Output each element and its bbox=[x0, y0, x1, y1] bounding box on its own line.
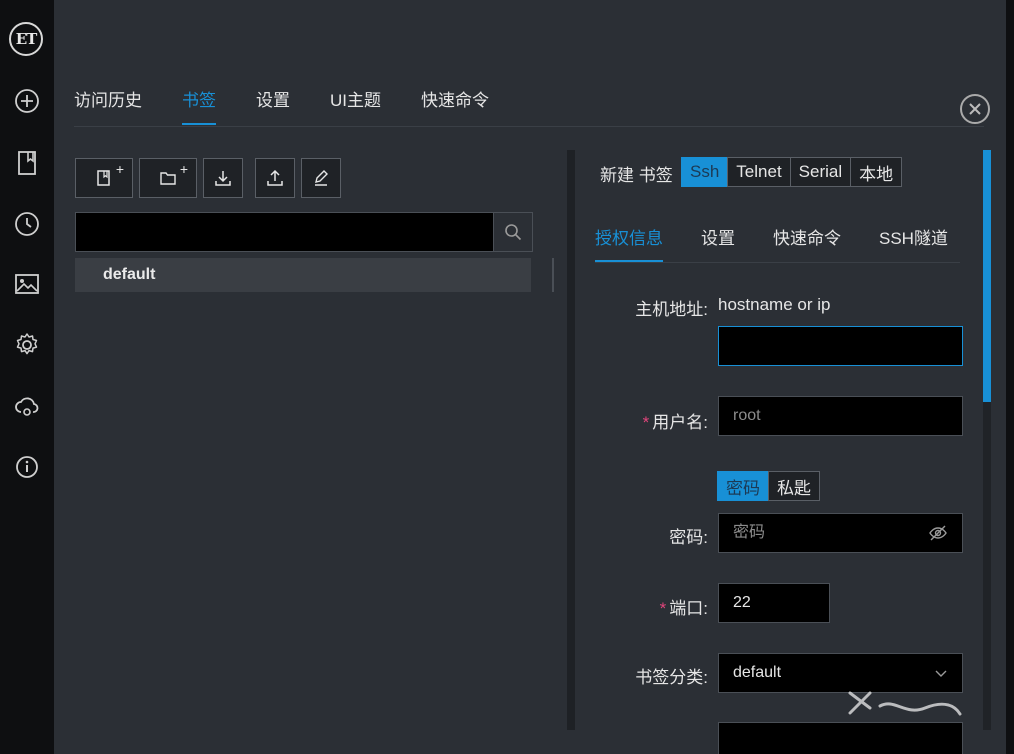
search-button[interactable] bbox=[493, 212, 533, 252]
bookmark-icon[interactable] bbox=[0, 143, 54, 183]
type-local-button[interactable]: 本地 bbox=[850, 157, 903, 187]
form-tabs-divider bbox=[595, 262, 960, 263]
category-label: 书签分类: bbox=[635, 668, 708, 687]
next-field[interactable] bbox=[718, 722, 963, 754]
username-label-text: 用户名: bbox=[652, 413, 708, 432]
tabs-divider bbox=[74, 126, 984, 127]
host-label: 主机地址: bbox=[635, 300, 708, 319]
tab-history[interactable]: 访问历史 bbox=[74, 86, 142, 125]
tab-form-quick-commands[interactable]: 快速命令 bbox=[773, 224, 841, 263]
port-label-text: 端口: bbox=[669, 599, 708, 618]
new-bookmark-button[interactable]: + bbox=[75, 158, 133, 198]
tree-item-label: default bbox=[103, 266, 156, 283]
export-button[interactable] bbox=[255, 158, 295, 198]
host-input[interactable] bbox=[718, 326, 963, 366]
username-input[interactable] bbox=[718, 396, 963, 436]
tab-quick-commands[interactable]: 快速命令 bbox=[421, 86, 489, 125]
bookmark-plus-icon bbox=[97, 170, 110, 186]
search-bar bbox=[75, 212, 533, 252]
port-input[interactable] bbox=[718, 583, 830, 623]
tab-settings[interactable]: 设置 bbox=[256, 86, 290, 125]
watermark-icon bbox=[848, 691, 962, 716]
type-telnet-button[interactable]: Telnet bbox=[727, 157, 791, 187]
host-hint: hostname or ip bbox=[718, 295, 831, 314]
type-ssh-button[interactable]: Ssh bbox=[681, 157, 729, 187]
image-icon[interactable] bbox=[0, 264, 54, 304]
chevron-down-icon bbox=[935, 670, 947, 677]
app-logo[interactable]: ET bbox=[9, 22, 43, 56]
close-icon bbox=[969, 103, 981, 115]
category-select[interactable]: default bbox=[718, 653, 963, 693]
plus-mark: + bbox=[179, 161, 188, 177]
tab-bookmarks[interactable]: 书签 bbox=[182, 86, 216, 125]
tree-item-default[interactable]: default bbox=[75, 258, 531, 292]
tab-ui-theme[interactable]: UI主题 bbox=[330, 86, 381, 125]
auth-private-key-button[interactable]: 私匙 bbox=[768, 471, 820, 501]
new-folder-button[interactable]: + bbox=[139, 158, 197, 198]
tab-ssh-tunnel[interactable]: SSH隧道 bbox=[879, 224, 948, 263]
auth-type-group: 密码 私匙 bbox=[717, 471, 820, 501]
logo-text: ET bbox=[15, 30, 38, 48]
gear-icon[interactable] bbox=[0, 325, 54, 365]
form-tabs: 授权信息 设置 快速命令 SSH隧道 bbox=[595, 224, 986, 263]
port-label: * 端口: bbox=[660, 594, 708, 619]
connection-type-group: Ssh Telnet Serial 本地 bbox=[681, 157, 903, 187]
panel-splitter[interactable] bbox=[567, 150, 575, 730]
category-value: default bbox=[733, 664, 782, 681]
import-button[interactable] bbox=[203, 158, 243, 198]
history-icon[interactable] bbox=[0, 204, 54, 244]
close-button[interactable] bbox=[960, 94, 990, 124]
tab-auth-info[interactable]: 授权信息 bbox=[595, 224, 663, 263]
folder-plus-icon bbox=[160, 172, 176, 185]
sidebar-rail: ET bbox=[0, 0, 54, 754]
cloud-sync-icon[interactable] bbox=[0, 386, 54, 426]
edit-button[interactable] bbox=[301, 158, 341, 198]
password-label: 密码: bbox=[669, 528, 708, 547]
search-input[interactable] bbox=[75, 212, 493, 252]
auth-password-button[interactable]: 密码 bbox=[717, 471, 769, 501]
tab-form-settings[interactable]: 设置 bbox=[701, 224, 735, 263]
plus-mark: + bbox=[115, 161, 124, 177]
password-input[interactable] bbox=[718, 513, 963, 553]
info-icon[interactable] bbox=[0, 447, 54, 487]
new-bookmark-label: 新建 书签 bbox=[600, 166, 673, 185]
eye-off-icon[interactable] bbox=[928, 523, 948, 543]
required-mark: * bbox=[642, 413, 650, 432]
top-tabs: 访问历史 书签 设置 UI主题 快速命令 bbox=[74, 86, 529, 125]
window-scrollbar[interactable] bbox=[1006, 0, 1014, 754]
type-serial-button[interactable]: Serial bbox=[789, 157, 852, 187]
import-icon bbox=[215, 171, 231, 186]
export-icon bbox=[267, 169, 283, 186]
search-icon bbox=[505, 224, 522, 241]
username-label: * 用户名: bbox=[643, 408, 708, 433]
tree-scrollbar[interactable] bbox=[552, 258, 554, 292]
form-scrollbar-thumb[interactable] bbox=[983, 150, 991, 402]
required-mark: * bbox=[659, 599, 667, 618]
add-icon[interactable] bbox=[0, 81, 54, 121]
edit-icon bbox=[315, 170, 328, 186]
